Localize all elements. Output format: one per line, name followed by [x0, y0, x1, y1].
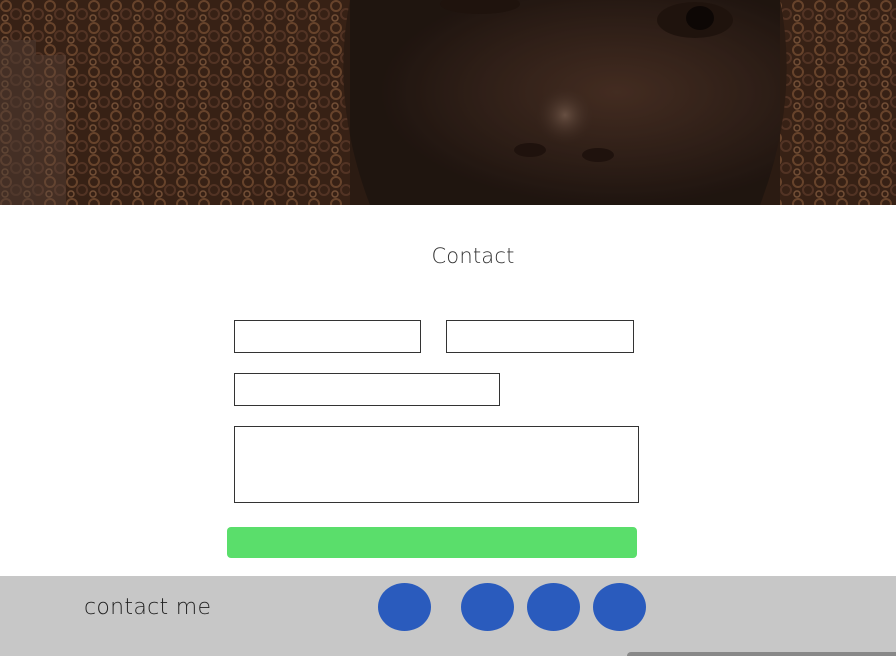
social-icon[interactable]	[527, 583, 580, 631]
hero-image	[0, 0, 896, 205]
first-name-field[interactable]	[234, 320, 421, 353]
contact-title: Contact	[431, 244, 515, 268]
message-field[interactable]	[234, 426, 639, 503]
bottom-tab-handle[interactable]	[627, 652, 896, 656]
submit-button[interactable]	[227, 527, 637, 558]
portrait-photo	[0, 0, 896, 205]
footer-contact-label: contact me	[84, 595, 212, 620]
email-field[interactable]	[234, 373, 500, 406]
last-name-field[interactable]	[446, 320, 634, 353]
social-icon[interactable]	[378, 583, 431, 631]
social-icon[interactable]	[593, 583, 646, 631]
social-icon[interactable]	[461, 583, 514, 631]
footer: contact me	[0, 576, 896, 656]
